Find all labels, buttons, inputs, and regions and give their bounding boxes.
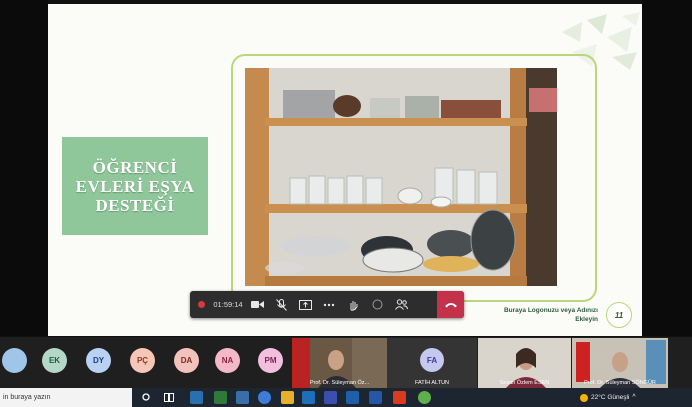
reactions-icon[interactable]	[365, 291, 389, 318]
shelf-photo	[245, 68, 557, 286]
participant-avatar[interactable]: PÇ	[130, 348, 155, 373]
weather-widget[interactable]: 22°C Güneşli ^	[580, 388, 636, 407]
edge-browser-icon[interactable]	[258, 391, 271, 404]
participant-avatar[interactable]: PM	[258, 348, 283, 373]
app-icon-blue[interactable]	[190, 391, 203, 404]
participants-icon[interactable]	[389, 291, 413, 318]
participant-name: FATİH ALTUN	[414, 380, 450, 386]
meeting-timer: 01:59:14	[213, 300, 243, 309]
share-screen-icon[interactable]	[293, 291, 317, 318]
participant-video-tile[interactable]: Sezan Özlem ESEN	[478, 338, 571, 388]
search-icon[interactable]	[140, 391, 153, 404]
chevron-up-icon[interactable]: ^	[632, 394, 635, 401]
participant-avatar[interactable]: DA	[174, 348, 199, 373]
phone-hangup-icon	[444, 303, 457, 308]
participant-avatar[interactable]	[2, 348, 27, 373]
participant-video-tile[interactable]: Prof. Dr. Süleyman Öz...	[292, 338, 387, 388]
participant-avatar[interactable]: EK	[42, 348, 67, 373]
word-icon[interactable]	[346, 391, 359, 404]
more-options-icon[interactable]	[317, 291, 341, 318]
slide-title-line-1: ÖĞRENCİ	[92, 157, 178, 177]
meeting-toolbar: 01:59:14	[190, 291, 464, 318]
logo-placeholder: Buraya Logonuzu veya Adınızı Ekleyin	[480, 306, 598, 324]
sun-icon	[580, 393, 588, 402]
app-icon-outlook[interactable]	[369, 391, 382, 404]
slide-title-line-2: EVLERİ EŞYA	[75, 176, 195, 196]
app-icon-store[interactable]	[302, 391, 315, 404]
page-number-badge: 11	[606, 302, 632, 328]
participant-name: Sezan Özlem ESEN	[499, 380, 550, 386]
camera-icon[interactable]	[245, 291, 269, 318]
logo-line-2: Ekleyin	[575, 316, 598, 323]
participant-avatar[interactable]: DY	[86, 348, 111, 373]
participant-avatar: FA	[420, 348, 444, 372]
file-explorer-icon[interactable]	[281, 391, 294, 404]
slide-title: ÖĞRENCİ EVLERİ EŞYA DESTEĞİ	[76, 158, 195, 215]
logo-line-1: Buraya Logonuzu veya Adınızı	[503, 307, 598, 314]
right-letterbox	[642, 0, 692, 336]
app-icon-chrome[interactable]	[418, 391, 431, 404]
app-icon-mail[interactable]	[236, 391, 249, 404]
weather-text: 22°C Güneşli	[591, 394, 630, 401]
microphone-muted-icon[interactable]	[269, 291, 293, 318]
slide-title-box: ÖĞRENCİ EVLERİ EŞYA DESTEĞİ	[62, 137, 208, 235]
powerpoint-icon[interactable]	[393, 391, 406, 404]
task-view-icon[interactable]	[162, 391, 175, 404]
participant-video-tile[interactable]: Prof. Dr. Süleyman SÖNGÜR	[572, 338, 668, 388]
taskbar-search-input[interactable]: in buraya yazın	[0, 388, 132, 407]
participant-video-tile[interactable]: FA FATİH ALTUN	[387, 338, 477, 388]
slide-title-line-3: DESTEĞİ	[95, 195, 175, 215]
hang-up-button[interactable]	[437, 291, 464, 318]
teams-icon[interactable]	[324, 391, 337, 404]
left-letterbox	[0, 0, 48, 336]
app-icon-green[interactable]	[214, 391, 227, 404]
participant-name: Prof. Dr. Süleyman Öz...	[309, 380, 370, 386]
recording-indicator-icon	[196, 291, 206, 318]
raise-hand-icon[interactable]	[341, 291, 365, 318]
participant-avatar[interactable]: NA	[215, 348, 240, 373]
participant-name: Prof. Dr. Süleyman SÖNGÜR	[584, 380, 656, 386]
